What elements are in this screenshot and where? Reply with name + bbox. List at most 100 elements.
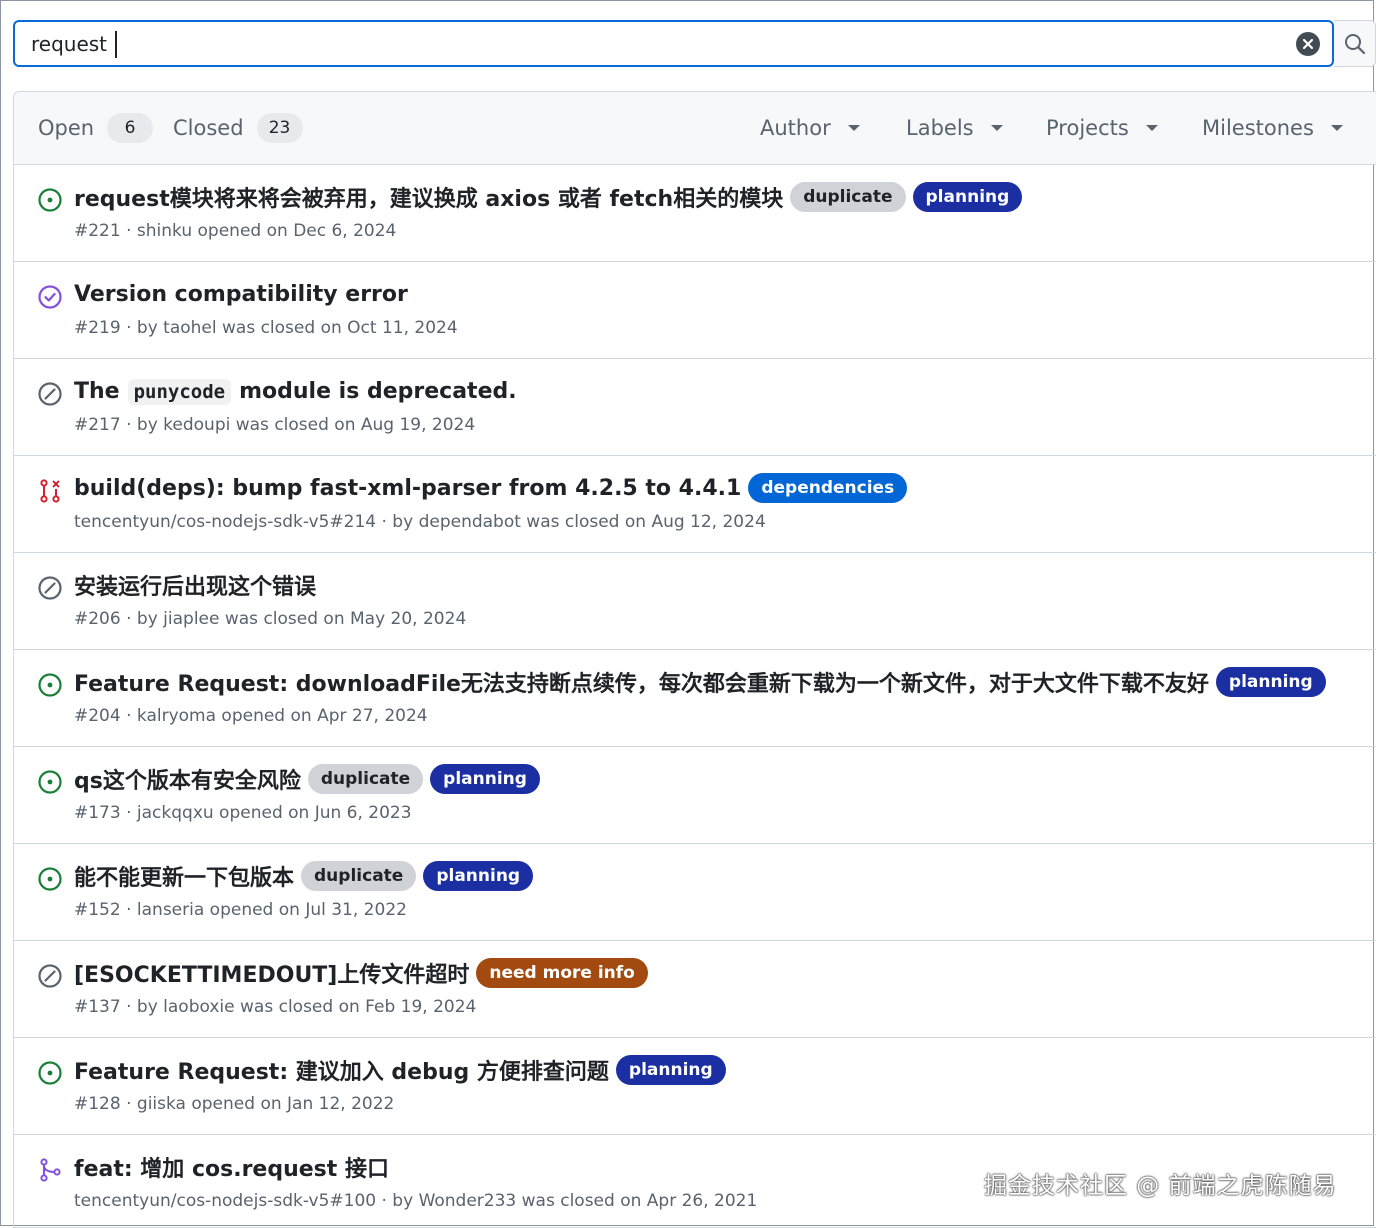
- issue-title-line: Feature Request: downloadFile无法支持断点续传，每次…: [74, 664, 1357, 700]
- issue-row[interactable]: Version compatibility error #219 · by tao…: [14, 262, 1376, 359]
- issue-state-icon: [37, 381, 63, 407]
- issue-meta: tencentyun/cos-nodejs-sdk-v5#100 · by Wo…: [74, 1191, 758, 1211]
- caret-down-icon: [1330, 125, 1343, 131]
- tab-closed[interactable]: Closed 23: [173, 112, 303, 144]
- issue-open-icon: [38, 1061, 62, 1085]
- issue-list-header: Open 6 Closed 23 Author Labels Projects …: [14, 92, 1376, 165]
- caret-down-icon: [990, 125, 1003, 131]
- label-duplicate[interactable]: duplicate: [301, 861, 417, 891]
- issue-state-icon: [37, 187, 63, 213]
- tab-closed-label: Closed: [173, 116, 244, 140]
- issue-row[interactable]: Feature Request: 建议加入 debug 方便排查问题 planni…: [14, 1038, 1376, 1135]
- open-count-badge: 6: [107, 113, 154, 143]
- x-icon: [1302, 38, 1314, 50]
- search-icon: [1344, 33, 1365, 54]
- projects-filter[interactable]: Projects: [1046, 112, 1158, 144]
- issue-state-icon: [37, 575, 63, 601]
- issue-title-line: request模块将来将会被弃用，建议换成 axios 或者 fetch相关的模…: [74, 179, 1357, 215]
- issue-row[interactable]: request模块将来将会被弃用，建议换成 axios 或者 fetch相关的模…: [14, 165, 1376, 262]
- issue-row[interactable]: [ESOCKETTIMEDOUT]上传文件超时 need more info #13…: [14, 941, 1376, 1038]
- issue-meta: #221 · shinku opened on Dec 6, 2024: [74, 221, 397, 241]
- issue-title-line: 能不能更新一下包版本 duplicate planning: [74, 858, 1357, 894]
- issue-title-link[interactable]: Feature Request: downloadFile无法支持断点续传，每次…: [74, 666, 1209, 698]
- label-planning[interactable]: planning: [912, 182, 1023, 212]
- pull-request-merged-icon: [40, 1158, 61, 1182]
- issue-meta: #219 · by taohel was closed on Oct 11, 2…: [74, 318, 458, 338]
- label-need-more-info[interactable]: need more info: [476, 958, 648, 988]
- issue-state-icon: [37, 963, 63, 989]
- issue-title-line: Feature Request: 建议加入 debug 方便排查问题 planni…: [74, 1052, 1357, 1088]
- issue-meta: #206 · by jiaplee was closed on May 20, …: [74, 609, 467, 629]
- search-input[interactable]: [31, 31, 1271, 57]
- issue-title-line: Version compatibility error: [74, 276, 1357, 312]
- label-planning[interactable]: planning: [1215, 667, 1326, 697]
- milestones-filter-label: Milestones: [1202, 116, 1314, 140]
- issue-row[interactable]: Feature Request: downloadFile无法支持断点续传，每次…: [14, 650, 1376, 747]
- issue-completed-icon: [38, 285, 62, 309]
- issue-title-link[interactable]: qs这个版本有安全风险: [74, 763, 301, 795]
- author-filter[interactable]: Author: [760, 112, 860, 144]
- issue-meta: #217 · by kedoupi was closed on Aug 19, …: [74, 415, 476, 435]
- issue-title-link[interactable]: [ESOCKETTIMEDOUT]上传文件超时: [74, 957, 469, 989]
- watermark: 掘金技术社区 @ 前端之虎陈随易: [984, 1173, 1337, 1199]
- tab-open[interactable]: Open 6: [38, 112, 154, 144]
- issue-not-planned-icon: [38, 576, 62, 600]
- label-duplicate[interactable]: duplicate: [790, 182, 906, 212]
- issue-row[interactable]: 安装运行后出现这个错误 #206 · by jiaplee was closed …: [14, 553, 1376, 650]
- issue-title-text: The: [74, 378, 120, 404]
- issue-state-icon: [37, 769, 63, 795]
- issue-title-line: [ESOCKETTIMEDOUT]上传文件超时 need more info: [74, 955, 1357, 991]
- search-box[interactable]: [13, 20, 1334, 67]
- labels-filter[interactable]: Labels: [906, 112, 1003, 144]
- issue-state-icon: [37, 478, 63, 504]
- issue-row[interactable]: The punycode module is deprecated. #217 · b…: [14, 359, 1376, 456]
- caret-down-icon: [1145, 125, 1158, 131]
- issue-title-text: module is deprecated.: [239, 378, 517, 404]
- inline-code: punycode: [127, 378, 232, 405]
- caret-down-icon: [847, 125, 860, 131]
- issue-meta: #204 · kalryoma opened on Apr 27, 2024: [74, 706, 428, 726]
- label-planning[interactable]: planning: [423, 861, 534, 891]
- issue-title-link[interactable]: request模块将来将会被弃用，建议换成 axios 或者 fetch相关的模…: [74, 181, 783, 213]
- tab-open-label: Open: [38, 116, 95, 140]
- milestones-filter[interactable]: Milestones: [1202, 112, 1343, 144]
- issue-title-link[interactable]: 能不能更新一下包版本: [74, 860, 294, 892]
- label-duplicate[interactable]: duplicate: [307, 764, 424, 794]
- issue-title-link[interactable]: Feature Request: 建议加入 debug 方便排查问题: [74, 1054, 609, 1086]
- issue-title-link[interactable]: Version compatibility error: [74, 282, 408, 307]
- issue-title-link[interactable]: 安装运行后出现这个错误: [74, 569, 316, 601]
- issue-state-icon: [37, 284, 63, 310]
- labels-filter-label: Labels: [906, 116, 974, 140]
- closed-count-badge: 23: [256, 113, 303, 143]
- clear-search-button[interactable]: [1296, 32, 1320, 56]
- issue-open-icon: [38, 673, 62, 697]
- issue-open-icon: [38, 188, 62, 212]
- issue-meta: tencentyun/cos-nodejs-sdk-v5#214 · by de…: [74, 512, 766, 532]
- issue-list: Open 6 Closed 23 Author Labels Projects …: [13, 91, 1376, 1228]
- label-planning[interactable]: planning: [430, 764, 540, 794]
- issue-title-link[interactable]: The punycode module is deprecated.: [74, 378, 517, 405]
- author-filter-label: Author: [760, 116, 831, 140]
- issue-meta: #173 · jackqqxu opened on Jun 6, 2023: [74, 803, 412, 823]
- issue-open-icon: [38, 770, 62, 794]
- issue-title-line: build(deps): bump fast-xml-parser from 4…: [74, 470, 1357, 506]
- issue-not-planned-icon: [38, 382, 62, 406]
- issue-title-link[interactable]: feat: 增加 cos.request 接口: [74, 1151, 389, 1183]
- issue-title-line: 安装运行后出现这个错误: [74, 567, 1357, 603]
- text-caret: [115, 31, 117, 58]
- issue-state-icon: [37, 672, 63, 698]
- issue-open-icon: [38, 867, 62, 891]
- issue-row[interactable]: qs这个版本有安全风险 duplicate planning #173 · jackq…: [14, 747, 1376, 844]
- issue-state-icon: [37, 866, 63, 892]
- projects-filter-label: Projects: [1046, 116, 1129, 140]
- search-button[interactable]: [1334, 20, 1376, 67]
- issue-row[interactable]: build(deps): bump fast-xml-parser from 4…: [14, 456, 1376, 553]
- issue-title-line: The punycode module is deprecated.: [74, 373, 1357, 409]
- label-dependencies[interactable]: dependencies: [748, 473, 908, 503]
- issue-not-planned-icon: [38, 964, 62, 988]
- label-planning[interactable]: planning: [615, 1055, 726, 1085]
- issue-title-line: qs这个版本有安全风险 duplicate planning: [74, 761, 1357, 797]
- issue-row[interactable]: 能不能更新一下包版本 duplicate planning #152 · lanser…: [14, 844, 1376, 941]
- issue-title-link[interactable]: build(deps): bump fast-xml-parser from 4…: [74, 476, 741, 501]
- issue-state-icon: [37, 1157, 63, 1183]
